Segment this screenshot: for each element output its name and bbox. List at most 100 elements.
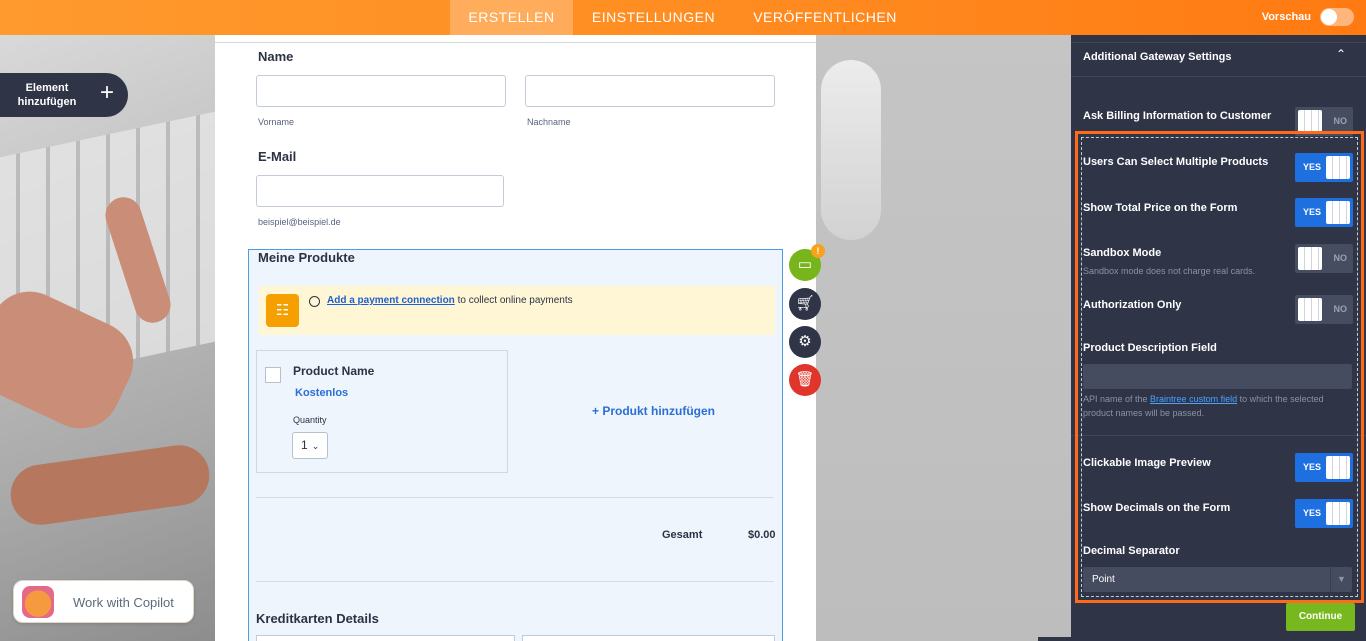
total-value: $0.00: [748, 529, 776, 541]
divider: [215, 42, 816, 43]
toggle-knob: [1326, 201, 1350, 224]
product-price: Kostenlos: [295, 387, 349, 399]
last-name-sublabel: Nachname: [527, 117, 571, 127]
add-product-button[interactable]: + Produkt hinzufügen: [592, 404, 715, 418]
chevron-up-icon[interactable]: ⌃: [1336, 47, 1346, 61]
toggle-knob: [1326, 156, 1350, 179]
warning-badge: !: [811, 244, 825, 258]
trash-icon[interactable]: 🗑︎: [789, 364, 821, 396]
email-sublabel: beispiel@beispiel.de: [258, 217, 341, 227]
toggle-knob: [1298, 298, 1322, 321]
add-payment-connection-link[interactable]: Add a payment connection: [327, 295, 455, 306]
toggle-total-price[interactable]: YES: [1295, 198, 1353, 227]
divider: [1071, 42, 1366, 43]
top-navigation-bar: ERSTELLEN EINSTELLUNGEN VERÖFFENTLICHEN …: [0, 0, 1366, 35]
toggle-text: YES: [1303, 162, 1322, 172]
copilot-button[interactable]: Work with Copilot: [13, 580, 194, 623]
copilot-mascot-icon: [22, 586, 54, 618]
decimal-separator-select[interactable]: Point ▼: [1083, 567, 1352, 592]
background-photo-left: [0, 35, 215, 641]
decimal-separator-label: Decimal Separator: [1083, 545, 1180, 557]
bottom-strip: [1038, 637, 1366, 641]
background-photo-right: [816, 35, 1071, 641]
first-name-input[interactable]: [256, 75, 506, 107]
toggle-text: NO: [1333, 304, 1348, 314]
toggle-authorization[interactable]: NO: [1295, 295, 1353, 324]
toggle-knob: [1321, 9, 1337, 25]
setting-label-image-preview: Clickable Image Preview: [1083, 457, 1211, 469]
copilot-label: Work with Copilot: [73, 595, 174, 610]
toggle-text: NO: [1333, 116, 1348, 126]
cart-icon[interactable]: 🛒︎: [789, 288, 821, 320]
product-card: Product Name Kostenlos Quantity 1 ⌄: [256, 350, 508, 473]
toggle-text: YES: [1303, 207, 1322, 217]
email-input[interactable]: [256, 175, 504, 207]
product-checkbox[interactable]: [265, 367, 281, 383]
info-circle-icon: [309, 296, 320, 307]
toggle-multiple-products[interactable]: YES: [1295, 153, 1353, 182]
card-cvv-input[interactable]: [522, 635, 775, 641]
product-description-input[interactable]: [1083, 364, 1352, 389]
preview-label: Vorschau: [1261, 11, 1311, 23]
decimal-separator-value: Point: [1092, 574, 1115, 585]
toggle-text: NO: [1333, 253, 1348, 263]
product-name: Product Name: [293, 364, 375, 378]
setting-label-authorization: Authorization Only: [1083, 299, 1182, 311]
plus-icon: +: [100, 79, 115, 106]
sandbox-description: Sandbox mode does not charge real cards.: [1083, 266, 1256, 276]
banner-message: Add a payment connection to collect onli…: [327, 295, 573, 306]
divider: [1071, 76, 1366, 77]
braintree-custom-field-link[interactable]: Braintree custom field: [1150, 394, 1237, 404]
quantity-label: Quantity: [293, 415, 327, 425]
form-canvas: Name Vorname Nachname E-Mail beispiel@be…: [215, 35, 816, 641]
credit-card-title: Kreditkarten Details: [256, 611, 379, 626]
toggle-knob: [1326, 502, 1350, 525]
continue-button[interactable]: Continue: [1286, 603, 1355, 631]
last-name-input[interactable]: [525, 75, 775, 107]
banner-text: to collect online payments: [454, 295, 573, 306]
mouse-image: [821, 60, 881, 240]
tab-create[interactable]: ERSTELLEN: [450, 0, 573, 35]
help-text-start: API name of the: [1083, 394, 1151, 404]
quantity-value: 1: [301, 438, 308, 452]
toggle-image-preview[interactable]: YES: [1295, 453, 1353, 482]
toggle-knob: [1298, 110, 1322, 133]
gateway-settings-panel: Additional Gateway Settings ⌃ Ask Billin…: [1071, 35, 1366, 641]
tab-publish[interactable]: VERÖFFENTLICHEN: [740, 0, 910, 35]
gear-icon[interactable]: ⚙: [789, 326, 821, 358]
product-description-label: Product Description Field: [1083, 342, 1217, 354]
products-field[interactable]: Meine Produkte ☷ Add a payment connectio…: [248, 249, 783, 641]
panel-title: Additional Gateway Settings: [1083, 51, 1232, 63]
preview-toggle[interactable]: [1320, 8, 1354, 26]
total-label: Gesamt: [662, 529, 703, 541]
setting-label-ask-billing: Ask Billing Information to Customer: [1083, 110, 1272, 122]
toggle-knob: [1326, 456, 1350, 479]
toggle-text: YES: [1303, 462, 1322, 472]
name-label: Name: [258, 49, 294, 64]
payment-connection-banner: ☷ Add a payment connection to collect on…: [259, 286, 775, 335]
email-label: E-Mail: [258, 149, 297, 164]
first-name-sublabel: Vorname: [258, 117, 295, 127]
hand-image-lower: [6, 441, 214, 529]
setting-label-multiple-products: Users Can Select Multiple Products: [1083, 156, 1269, 168]
setting-label-show-decimals: Show Decimals on the Form: [1083, 502, 1231, 514]
add-element-label: Element hinzufügen: [17, 82, 77, 108]
setting-label-sandbox: Sandbox Mode: [1083, 247, 1162, 259]
products-title: Meine Produkte: [258, 250, 355, 265]
caret-down-icon: ▼: [1330, 567, 1352, 592]
toggle-text: YES: [1303, 508, 1322, 518]
toggle-sandbox[interactable]: NO: [1295, 244, 1353, 273]
setting-label-total-price: Show Total Price on the Form: [1083, 202, 1238, 214]
quantity-select[interactable]: 1 ⌄: [292, 432, 328, 459]
toggle-show-decimals[interactable]: YES: [1295, 499, 1353, 528]
product-description-help: API name of the Braintree custom field t…: [1083, 392, 1343, 420]
card-number-input[interactable]: [256, 635, 515, 641]
checklist-icon: ☷: [266, 294, 299, 327]
divider: [256, 497, 774, 498]
divider: [1071, 435, 1366, 436]
toggle-knob: [1298, 247, 1322, 270]
tab-settings[interactable]: EINSTELLUNGEN: [576, 0, 731, 35]
toggle-ask-billing[interactable]: NO: [1295, 107, 1353, 136]
chevron-down-icon: ⌄: [311, 441, 320, 451]
add-element-button[interactable]: Element hinzufügen +: [0, 73, 128, 117]
